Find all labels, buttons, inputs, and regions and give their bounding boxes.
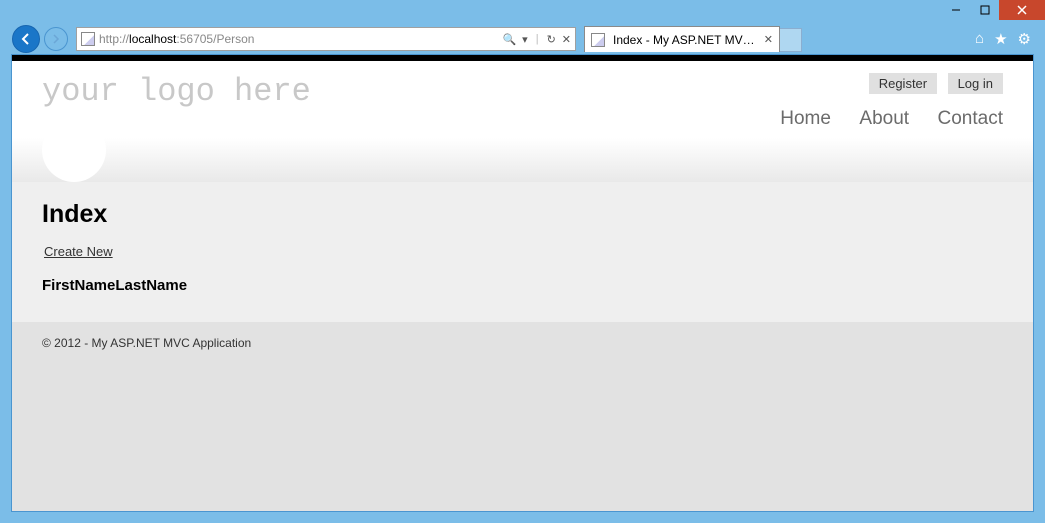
- table-header: FirstNameLastName: [42, 277, 1003, 294]
- logo: your logo here: [42, 73, 311, 110]
- register-link[interactable]: Register: [869, 73, 937, 94]
- home-icon[interactable]: ⌂: [975, 30, 984, 48]
- auth-links: Register Log in: [756, 73, 1003, 94]
- login-link[interactable]: Log in: [948, 73, 1003, 94]
- stop-icon[interactable]: ✕: [562, 33, 571, 46]
- titlebar: [0, 0, 1045, 24]
- col-lastname: LastName: [115, 277, 187, 294]
- page-icon: [81, 32, 95, 46]
- close-button[interactable]: [999, 0, 1045, 20]
- main: Index Create New FirstNameLastName: [12, 182, 1033, 322]
- nav-about[interactable]: About: [859, 108, 909, 129]
- refresh-icon[interactable]: ↻: [547, 33, 556, 46]
- page-content: your logo here Register Log in Home Abou…: [11, 54, 1034, 512]
- create-new-link[interactable]: Create New: [44, 244, 113, 259]
- close-tab-icon[interactable]: ✕: [764, 33, 773, 46]
- address-bar[interactable]: http://localhost:56705/Person 🔍 ▾ | ↻ ✕: [76, 27, 576, 51]
- footer-text: © 2012 - My ASP.NET MVC Application: [42, 336, 251, 350]
- back-button[interactable]: [12, 25, 40, 53]
- url-text: http://localhost:56705/Person: [99, 32, 502, 46]
- minimize-button[interactable]: [941, 0, 970, 20]
- address-row: http://localhost:56705/Person 🔍 ▾ | ↻ ✕ …: [0, 24, 1045, 54]
- site-header: your logo here Register Log in Home Abou…: [12, 61, 1033, 138]
- nav-contact[interactable]: Contact: [938, 108, 1003, 129]
- favorites-icon[interactable]: ★: [994, 30, 1007, 48]
- page-icon: [591, 33, 605, 47]
- footer: © 2012 - My ASP.NET MVC Application: [12, 322, 1033, 511]
- search-icon[interactable]: 🔍: [502, 33, 516, 46]
- dropdown-icon[interactable]: ▾: [522, 33, 528, 46]
- tab-active[interactable]: Index - My ASP.NET MVC A... ✕: [584, 26, 780, 52]
- tab-title: Index - My ASP.NET MVC A...: [613, 33, 760, 47]
- settings-icon[interactable]: ⚙: [1018, 30, 1031, 48]
- tab-strip: Index - My ASP.NET MVC A... ✕: [584, 26, 802, 52]
- new-tab-button[interactable]: [780, 28, 802, 52]
- maximize-button[interactable]: [970, 0, 999, 20]
- col-firstname: FirstName: [42, 277, 115, 294]
- address-controls: 🔍 ▾ | ↻ ✕: [502, 33, 571, 46]
- browser-window: http://localhost:56705/Person 🔍 ▾ | ↻ ✕ …: [0, 0, 1045, 523]
- header-gradient: [12, 138, 1033, 182]
- forward-button[interactable]: [44, 27, 68, 51]
- page-title: Index: [42, 200, 1003, 229]
- nav-menu: Home About Contact: [756, 108, 1003, 130]
- nav-home[interactable]: Home: [780, 108, 831, 129]
